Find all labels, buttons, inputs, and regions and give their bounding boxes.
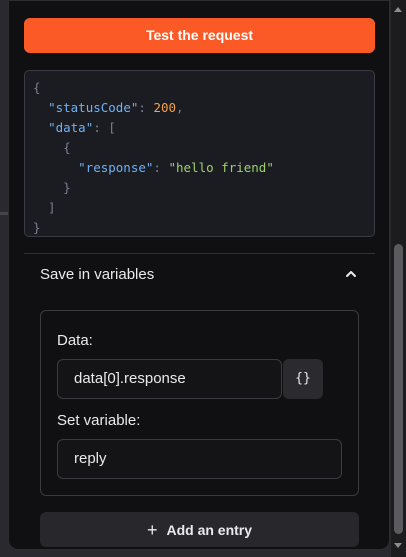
data-path-input[interactable]: data[0].response xyxy=(57,359,282,399)
plus-icon: + xyxy=(146,519,158,540)
code-line: "response": "hello friend" xyxy=(25,158,374,178)
code-token: 200 xyxy=(153,100,177,115)
variable-select[interactable]: reply xyxy=(57,439,342,479)
code-token: , xyxy=(176,100,184,115)
variable-mapping-card: Data: data[0].response {} Set variable: … xyxy=(40,310,359,496)
response-preview-code: { "statusCode": 200, "data": [ { "respon… xyxy=(24,70,375,237)
code-token: ] xyxy=(33,200,56,215)
code-line: } xyxy=(25,218,374,238)
code-line: { xyxy=(25,138,374,158)
scroll-up-arrow-icon[interactable] xyxy=(394,7,402,12)
chevron-up-icon xyxy=(346,271,356,277)
background-edge xyxy=(0,212,8,215)
add-entry-label: Add an entry xyxy=(166,521,253,538)
save-variables-title: Save in variables xyxy=(40,265,155,283)
code-token: } xyxy=(33,180,71,195)
test-request-button[interactable]: Test the request xyxy=(24,18,375,53)
code-token: } xyxy=(33,220,41,235)
code-line: { xyxy=(25,78,374,98)
braces-button[interactable]: {} xyxy=(283,359,323,399)
scroll-down-arrow-icon[interactable] xyxy=(394,543,402,548)
code-token: : xyxy=(153,160,169,175)
code-token: "response" xyxy=(78,160,154,175)
code-token: : [ xyxy=(93,120,116,135)
set-variable-label: Set variable: xyxy=(57,412,141,429)
code-token: "hello friend" xyxy=(168,160,274,175)
data-path-label: Data: xyxy=(57,332,93,349)
scrollbar-thumb[interactable] xyxy=(394,244,403,534)
code-line: "data": [ xyxy=(25,118,374,138)
code-line: } xyxy=(25,178,374,198)
code-line: "statusCode": 200, xyxy=(25,98,374,118)
code-token: "data" xyxy=(48,120,94,135)
http-request-settings-panel: Test the request { "statusCode": 200, "d… xyxy=(8,0,390,550)
add-entry-button[interactable]: + Add an entry xyxy=(40,512,359,547)
code-line: ] xyxy=(25,198,374,218)
code-token: { xyxy=(33,140,71,155)
code-token: "statusCode" xyxy=(48,100,139,115)
code-token: : xyxy=(138,100,154,115)
code-token: { xyxy=(33,80,41,95)
save-variables-accordion-header[interactable]: Save in variables xyxy=(24,254,375,294)
